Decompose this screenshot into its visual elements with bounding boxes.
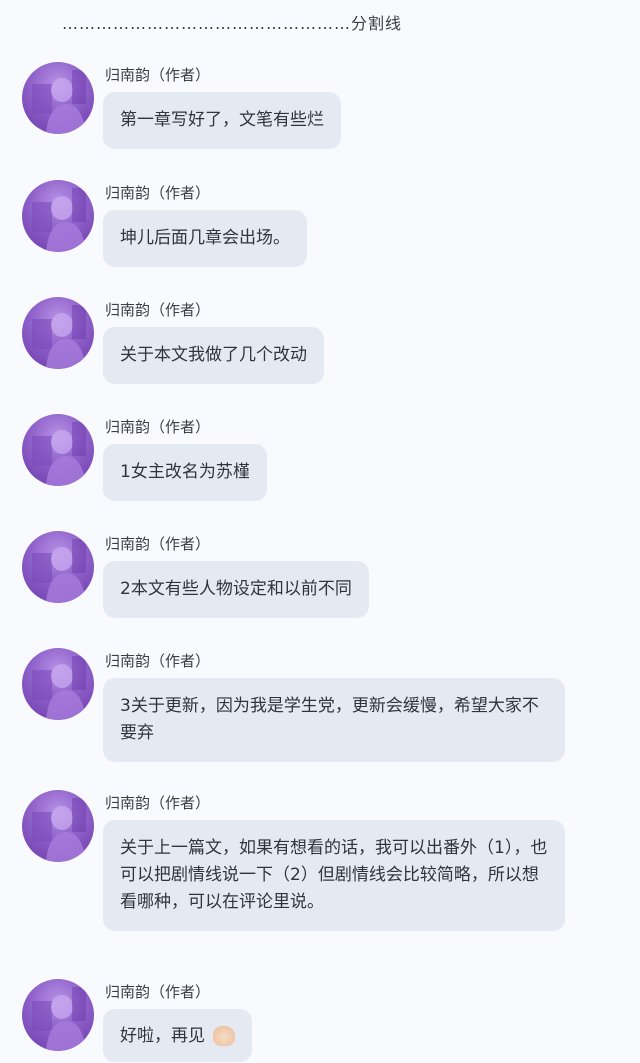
sender-name: 归南韵（作者） — [105, 794, 211, 812]
message-bubble[interactable]: 3关于更新，因为我是学生党，更新会缓慢，希望大家不要弃 — [103, 678, 565, 762]
message-bubble[interactable]: 关于本文我做了几个改动 — [103, 327, 324, 384]
message-text: 好啦，再见 — [120, 1026, 205, 1046]
sender-name: 归南韵（作者） — [105, 652, 211, 670]
message-bubble[interactable]: 2本文有些人物设定和以前不同 — [103, 561, 369, 618]
sender-name: 归南韵（作者） — [105, 983, 211, 1001]
sender-name: 归南韵（作者） — [105, 66, 211, 84]
avatar-image — [32, 305, 86, 369]
message-bubble[interactable]: 关于上一篇文，如果有想看的话，我可以出番外（1），也可以把剧情线说一下（2）但剧… — [103, 820, 565, 931]
avatar-image — [32, 188, 86, 252]
avatar[interactable] — [22, 62, 94, 134]
sender-name: 归南韵（作者） — [105, 418, 211, 436]
avatar[interactable] — [22, 790, 94, 862]
sender-name: 归南韵（作者） — [105, 535, 211, 553]
message-bubble[interactable]: 好啦，再见 — [103, 1009, 252, 1062]
waving-hand-icon — [213, 1026, 235, 1046]
avatar[interactable] — [22, 414, 94, 486]
sender-name: 归南韵（作者） — [105, 301, 211, 319]
avatar[interactable] — [22, 297, 94, 369]
avatar[interactable] — [22, 531, 94, 603]
avatar-image — [32, 987, 86, 1051]
avatar-image — [32, 422, 86, 486]
sender-name: 归南韵（作者） — [105, 184, 211, 202]
avatar[interactable] — [22, 180, 94, 252]
message-bubble[interactable]: 坤儿后面几章会出场。 — [103, 210, 307, 267]
message-bubble[interactable]: 1女主改名为苏槿 — [103, 444, 267, 501]
avatar[interactable] — [22, 648, 94, 720]
avatar-image — [32, 70, 86, 134]
message-bubble[interactable]: 第一章写好了，文笔有些烂 — [103, 92, 341, 149]
avatar-image — [32, 798, 86, 862]
divider-line: ……………………………………………分割线 — [62, 14, 403, 33]
avatar[interactable] — [22, 979, 94, 1051]
avatar-image — [32, 539, 86, 603]
avatar-image — [32, 656, 86, 720]
